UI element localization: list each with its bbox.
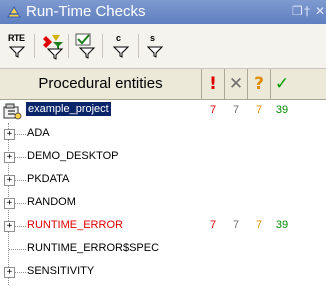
expand-icon[interactable]: +	[4, 152, 15, 163]
table-row[interactable]: + ADA	[0, 123, 326, 146]
tree-connector	[15, 157, 26, 159]
float-button[interactable]: ❐	[292, 4, 303, 18]
panel-title-bar[interactable]: Run-Time Checks ❐ † ✕	[0, 0, 326, 24]
column-header-red-check[interactable]: !	[202, 69, 225, 99]
tree-item-label: RUNTIME_ERROR$SPEC	[27, 242, 160, 254]
s-filter-button[interactable]: s	[144, 32, 168, 60]
toolbar-separator	[138, 34, 139, 58]
tree-connector	[15, 226, 26, 228]
column-header-entities[interactable]: Procedural entities	[0, 69, 202, 99]
toolbar-separator	[68, 34, 69, 58]
check-filter-icon	[75, 33, 96, 59]
tree-item-label: example_project	[26, 102, 111, 116]
toolbar-separator	[34, 34, 35, 58]
filter-funnel-icon	[113, 46, 129, 58]
tree-item-label: DEMO_DESKTOP	[27, 150, 119, 162]
expand-icon[interactable]: +	[4, 129, 15, 140]
gray-count: 7	[232, 219, 240, 231]
toolbar-separator	[102, 34, 103, 58]
red-count: 7	[209, 219, 217, 231]
tree-connector	[9, 249, 26, 251]
tree-item-label: ADA	[27, 127, 50, 139]
orange-count: 7	[255, 219, 263, 231]
table-row[interactable]: + RUNTIME_ERROR 7 7 7 39	[0, 215, 326, 238]
close-button[interactable]: ✕	[315, 4, 325, 18]
toolbar: RTE c s	[0, 24, 326, 69]
expand-icon[interactable]: +	[4, 175, 15, 186]
table-header: Procedural entities ! ✕ ? ✓	[0, 69, 326, 100]
expand-icon[interactable]: +	[4, 198, 15, 209]
tree-item-label: PKDATA	[27, 173, 70, 185]
expand-icon[interactable]: +	[4, 267, 15, 278]
tree-connector	[15, 134, 26, 136]
table-row[interactable]: + DEMO_DESKTOP	[0, 146, 326, 169]
column-header-gray-check[interactable]: ✕	[225, 69, 248, 99]
red-count: 7	[209, 104, 217, 116]
tree-connector	[15, 180, 26, 182]
gray-count: 7	[232, 104, 240, 116]
tree-item-label: RANDOM	[27, 196, 76, 208]
color-filter-button[interactable]	[42, 32, 66, 60]
check-filter-button[interactable]	[74, 32, 98, 60]
tree-connector	[15, 203, 26, 205]
table-row[interactable]: + SENSITIVITY	[0, 261, 326, 284]
procedural-entities-tree: example_project 7 7 7 39 + ADA + DEMO_DE…	[0, 100, 326, 298]
run-time-checks-icon	[7, 6, 21, 18]
table-row[interactable]: + PKDATA	[0, 169, 326, 192]
pin-button[interactable]: †	[304, 4, 310, 18]
tree-item-label: RUNTIME_ERROR	[27, 219, 123, 231]
table-row[interactable]: + RANDOM	[0, 192, 326, 215]
green-count: 39	[275, 104, 289, 116]
filter-funnel-icon	[9, 46, 25, 58]
green-count: 39	[275, 219, 289, 231]
panel-title: Run-Time Checks	[26, 3, 146, 20]
tree-item-label: SENSITIVITY	[27, 265, 95, 277]
project-icon	[3, 103, 22, 120]
orange-count: 7	[255, 104, 263, 116]
expand-icon[interactable]: +	[4, 221, 15, 232]
tree-connector	[15, 272, 26, 274]
column-header-orange-check[interactable]: ?	[248, 69, 271, 99]
table-row[interactable]: example_project 7 7 7 39	[0, 100, 326, 123]
filter-funnel-icon	[147, 46, 163, 58]
table-row[interactable]: RUNTIME_ERROR$SPEC	[0, 238, 326, 261]
rte-filter-button[interactable]: RTE	[6, 32, 30, 60]
column-header-green-check[interactable]: ✓	[271, 69, 293, 99]
color-filter-icon	[43, 35, 64, 60]
c-filter-button[interactable]: c	[110, 32, 134, 60]
run-time-checks-panel: Run-Time Checks ❐ † ✕ RTE c s Procedural…	[0, 0, 326, 298]
